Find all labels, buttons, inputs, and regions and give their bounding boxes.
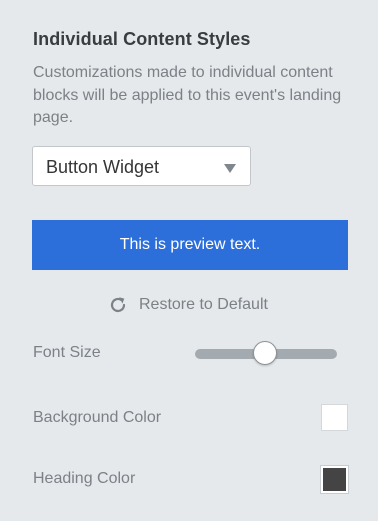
heading-color-swatch[interactable] (321, 466, 348, 493)
background-color-label: Background Color (33, 409, 162, 426)
preview-text: This is preview text. (119, 236, 261, 253)
font-size-label: Font Size (33, 344, 101, 361)
refresh-icon (110, 297, 126, 313)
preview-box: This is preview text. (32, 220, 348, 270)
section-description: Customizations made to individual conten… (33, 64, 342, 126)
widget-select[interactable]: Button Widget (32, 146, 251, 186)
background-color-swatch[interactable] (321, 404, 348, 431)
section-title: Individual Content Styles (33, 29, 251, 49)
font-size-slider-thumb[interactable] (252, 341, 277, 365)
restore-default-label: Restore to Default (139, 296, 268, 313)
restore-default-button[interactable]: Restore to Default (108, 294, 268, 316)
content-styles-panel: Individual Content Styles Customizations… (0, 0, 378, 521)
heading-color-label: Heading Color (33, 470, 136, 487)
font-size-slider[interactable] (195, 341, 337, 365)
widget-select-value: Button Widget (46, 157, 160, 177)
caret-down-icon (224, 164, 236, 173)
